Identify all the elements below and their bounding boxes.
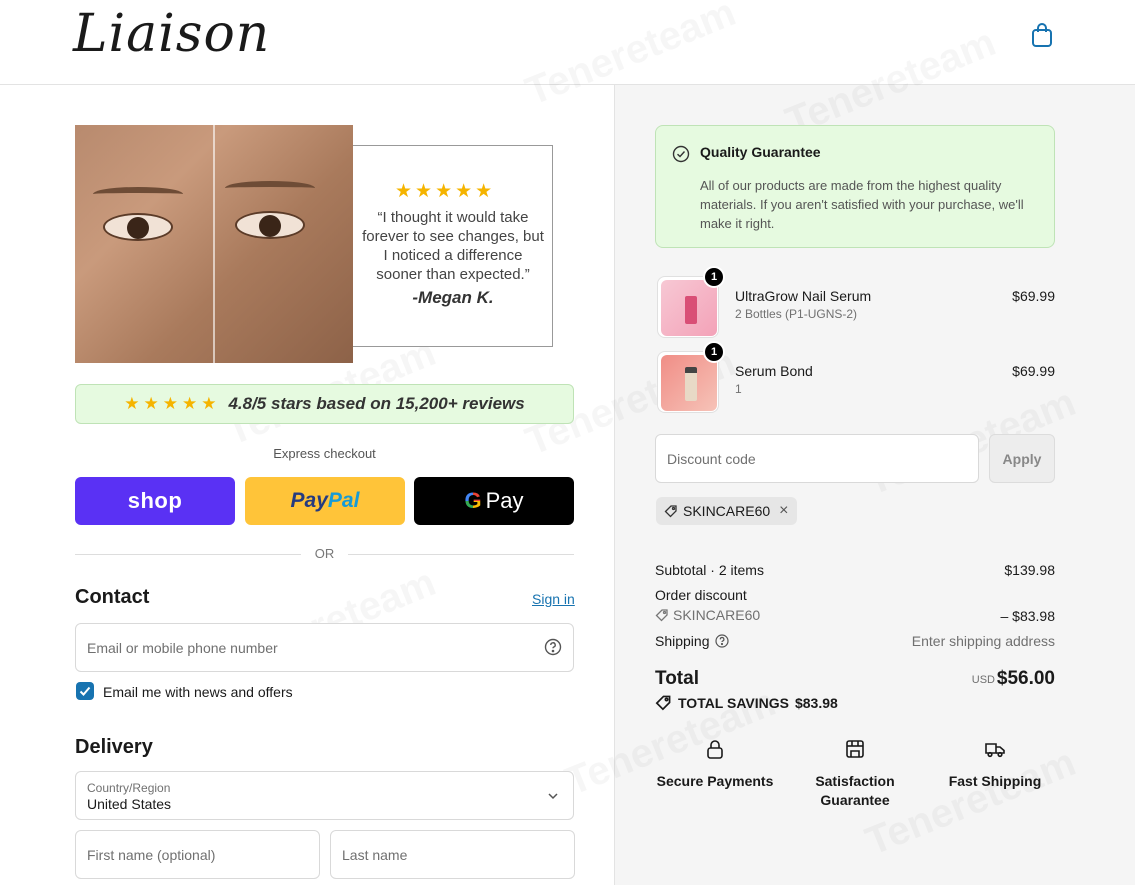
discount-code-name: SKINCARE60 — [673, 607, 761, 623]
delivery-heading: Delivery — [75, 736, 153, 758]
feature-secure-payments: Secure Payments — [645, 738, 785, 791]
discount-code-row: SKINCARE60 — [655, 607, 760, 623]
shipping-value: Enter shipping address — [911, 633, 1055, 649]
paypal-label-pal: Pal — [327, 489, 360, 512]
feature-fast-shipping: Fast Shipping — [925, 738, 1065, 791]
brand-logo[interactable]: Liaison — [73, 4, 270, 64]
total-label: Total — [655, 668, 699, 689]
country-select[interactable]: Country/Region United States — [75, 771, 574, 820]
country-value: United States — [87, 796, 172, 812]
rating-bar: ★★★★★ 4.8/5 stars based on 15,200+ revie… — [75, 384, 574, 424]
item-name: Serum Bond — [735, 363, 813, 379]
applied-discount-chip: SKINCARE60 × — [656, 497, 797, 525]
product-thumbnail-bg — [661, 280, 717, 336]
brow-shape — [225, 181, 315, 195]
total-savings: TOTAL SAVINGS $83.98 — [655, 694, 838, 711]
applied-code: SKINCARE60 — [683, 503, 771, 519]
express-checkout-label: Express checkout — [273, 446, 376, 461]
feature-satisfaction-guarantee: Satisfaction Guarantee — [785, 738, 925, 810]
quantity-badge: 1 — [703, 341, 725, 363]
google-g-icon: G — [464, 488, 482, 513]
quantity-badge: 1 — [703, 266, 725, 288]
order-discount-label: Order discount — [655, 587, 747, 603]
google-pay-label: Pay — [485, 488, 524, 513]
tag-icon — [655, 695, 671, 711]
help-circle-icon[interactable] — [544, 638, 562, 656]
email-placeholder: Email or mobile phone number — [87, 640, 278, 656]
tag-icon — [655, 609, 668, 622]
item-variant: 1 — [735, 382, 742, 396]
item-price: $69.99 — [1012, 288, 1055, 304]
guarantee-title: Quality Guarantee — [700, 144, 821, 160]
check-icon — [79, 686, 91, 696]
sign-in-link[interactable]: Sign in — [532, 591, 575, 607]
paypal-label-pay: Pay — [290, 489, 328, 512]
brow-shape — [93, 187, 183, 201]
last-name-field[interactable]: Last name — [330, 830, 575, 879]
item-price: $69.99 — [1012, 363, 1055, 379]
cart-item: 1 Serum Bond 1 $69.99 — [655, 341, 1055, 415]
store-icon — [846, 740, 864, 758]
subtotal-label: Subtotal · 2 items — [655, 562, 764, 578]
product-bottle-shape — [685, 367, 697, 401]
shop-pay-button[interactable]: shop — [75, 477, 235, 525]
tag-icon — [664, 505, 677, 518]
rating-stars: ★★★★★ — [124, 394, 221, 413]
first-name-placeholder: First name (optional) — [87, 847, 216, 863]
product-thumbnail-bg — [661, 355, 717, 411]
first-name-field[interactable]: First name (optional) — [75, 830, 320, 879]
shipping-label: Shipping — [655, 633, 710, 649]
google-pay-button[interactable]: G Pay — [414, 477, 574, 525]
feature-label: Fast Shipping — [948, 773, 1042, 789]
item-name: UltraGrow Nail Serum — [735, 288, 872, 304]
newsletter-checkbox[interactable] — [76, 682, 94, 700]
discount-value: – $83.98 — [1000, 608, 1056, 624]
shipping-row-label: Shipping — [655, 633, 729, 649]
subtotal-value: $139.98 — [1004, 562, 1055, 578]
shop-pay-label: shop — [127, 488, 183, 513]
quote-stars: ★★★★★ — [395, 181, 496, 202]
email-field[interactable]: Email or mobile phone number — [75, 623, 574, 672]
photo-divider — [213, 125, 215, 363]
lock-icon — [707, 740, 723, 759]
discount-placeholder: Discount code — [667, 451, 756, 467]
chevron-down-icon — [548, 793, 558, 800]
shopping-bag-icon[interactable] — [1030, 22, 1054, 48]
paypal-button[interactable]: Pay Pal — [245, 477, 405, 525]
guarantee-body: All of our products are made from the hi… — [700, 178, 1024, 231]
divider-line — [348, 554, 574, 555]
testimonial-banner: ★★★★★ “I thought it would take forever t… — [75, 125, 555, 365]
feature-label: Secure Payments — [656, 773, 774, 789]
remove-discount-icon[interactable]: × — [779, 502, 788, 520]
eye-shape — [103, 213, 173, 241]
quote-card: ★★★★★ “I thought it would take forever t… — [353, 145, 553, 347]
total-currency: USD — [971, 674, 995, 686]
check-circle-icon — [672, 145, 690, 163]
header: Liaison — [0, 0, 1135, 85]
newsletter-label: Email me with news and offers — [103, 684, 293, 700]
feature-label: Satisfaction Guarantee — [815, 773, 895, 808]
cart-item: 1 UltraGrow Nail Serum 2 Bottles (P1-UGN… — [655, 266, 1055, 340]
testimonial-quote: “I thought it would take forever to see … — [362, 209, 544, 283]
apply-discount-button[interactable]: Apply — [989, 434, 1055, 483]
or-divider: OR — [75, 546, 574, 564]
contact-heading: Contact — [75, 586, 150, 608]
product-bottle-shape — [685, 296, 697, 324]
country-label: Country/Region — [87, 781, 171, 795]
savings-label: TOTAL SAVINGS — [678, 694, 789, 711]
last-name-placeholder: Last name — [342, 847, 408, 863]
testimonial-author: -Megan K. — [412, 288, 494, 307]
savings-value: $83.98 — [794, 694, 838, 711]
before-after-photo — [75, 125, 353, 363]
total-value: $56.00 — [996, 668, 1055, 689]
discount-code-field[interactable]: Discount code — [655, 434, 979, 483]
quality-guarantee-box: Quality Guarantee All of our products ar… — [655, 125, 1055, 248]
item-variant: 2 Bottles (P1-UGNS-2) — [735, 307, 858, 321]
rating-text: 4.8/5 stars based on 15,200+ reviews — [228, 394, 525, 413]
help-circle-icon[interactable] — [714, 634, 729, 648]
delivery-truck-icon — [985, 743, 1005, 758]
eye-shape — [235, 211, 305, 239]
